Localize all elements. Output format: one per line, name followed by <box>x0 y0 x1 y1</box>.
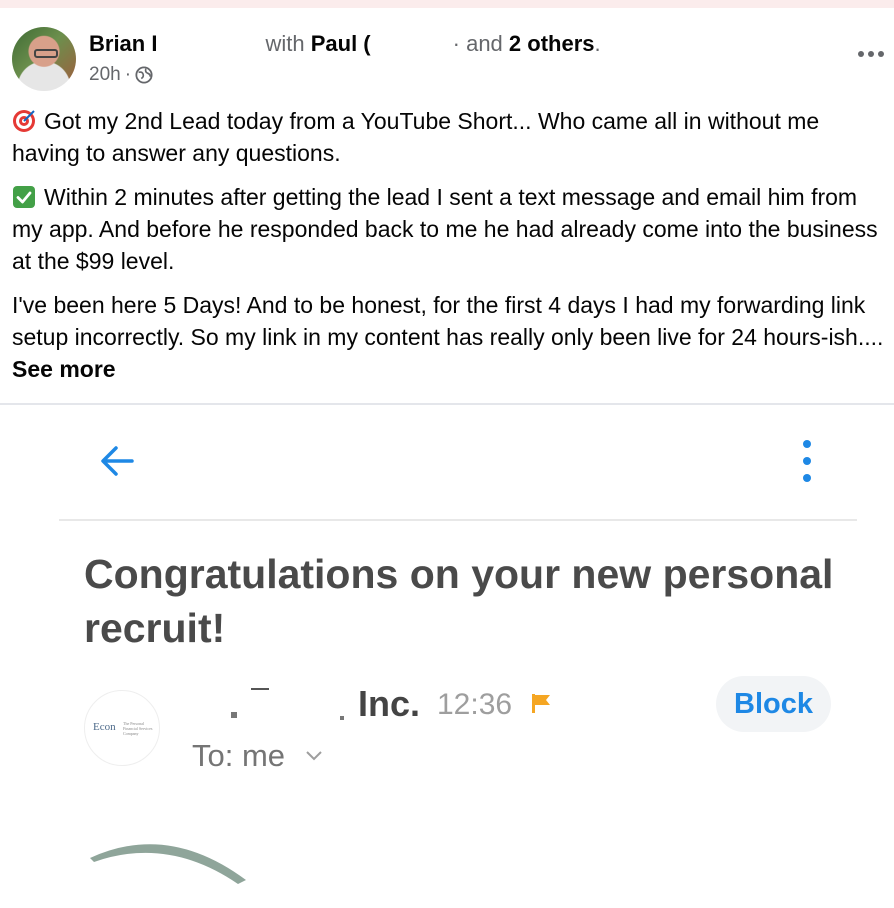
redaction-mark <box>251 688 269 690</box>
post-options-icon[interactable] <box>858 44 890 64</box>
check-mark-emoji-icon <box>13 186 35 208</box>
top-strip <box>0 0 894 8</box>
avatar-glasses <box>34 49 58 58</box>
post-paragraph: Within 2 minutes after getting the lead … <box>12 181 892 277</box>
name-line-period: . <box>594 31 601 56</box>
dot <box>868 51 874 57</box>
sender-logo: Econ The Personal Financial Services Com… <box>84 690 160 766</box>
post-paragraph: I've been here 5 Days! And to be honest,… <box>12 289 892 385</box>
tagged-name[interactable]: Paul ( <box>311 31 371 56</box>
email-more-options-icon[interactable] <box>800 440 814 482</box>
direct-hit-emoji-icon <box>13 110 35 132</box>
logo-tagline: The Personal Financial Services Company <box>123 721 153 736</box>
author-name[interactable]: Brian I <box>89 31 157 56</box>
email-subject: Congratulations on your new personal rec… <box>84 551 834 651</box>
author-avatar[interactable] <box>12 27 76 91</box>
paragraph-text: Within 2 minutes after getting the lead … <box>12 184 878 274</box>
redaction-mark <box>231 712 237 718</box>
dot <box>858 51 864 57</box>
paragraph-text: I've been here 5 Days! And to be honest,… <box>12 292 884 350</box>
block-button[interactable]: Block <box>716 676 831 732</box>
to-label: To: me <box>192 738 286 773</box>
back-arrow-icon[interactable] <box>98 442 136 480</box>
dot <box>803 474 811 482</box>
post-paragraph: Got my 2nd Lead today from a YouTube Sho… <box>12 105 892 169</box>
mid-fragment: · <box>452 31 460 56</box>
post-body: Got my 2nd Lead today from a YouTube Sho… <box>12 105 892 397</box>
email-header-divider <box>59 519 857 521</box>
and-label: and <box>466 31 503 56</box>
email-time: 12:36 <box>437 688 513 721</box>
redaction-mark <box>340 716 344 720</box>
post-meta: 20h · <box>89 64 153 86</box>
post-divider <box>0 403 894 405</box>
globe-icon <box>135 66 153 84</box>
paragraph-text: Got my 2nd Lead today from a YouTube Sho… <box>12 108 820 166</box>
meta-dot: · <box>124 64 132 85</box>
others-link[interactable]: 2 others <box>509 31 595 56</box>
dot <box>878 51 884 57</box>
sender-name: Inc. <box>358 683 421 724</box>
chevron-down-icon <box>306 751 322 761</box>
see-more-link[interactable]: See more <box>12 356 116 382</box>
with-label: with <box>265 31 305 56</box>
logo-arc-graphic <box>90 844 246 884</box>
post-time[interactable]: 20h <box>89 64 121 86</box>
logo-wordmark: Econ <box>93 721 116 733</box>
flag-icon[interactable] <box>530 693 552 713</box>
recipient-dropdown[interactable]: To: me <box>192 738 323 774</box>
dot <box>803 457 811 465</box>
post-header-names: Brian I with Paul ( · and 2 others. <box>89 31 601 57</box>
dot <box>803 440 811 448</box>
